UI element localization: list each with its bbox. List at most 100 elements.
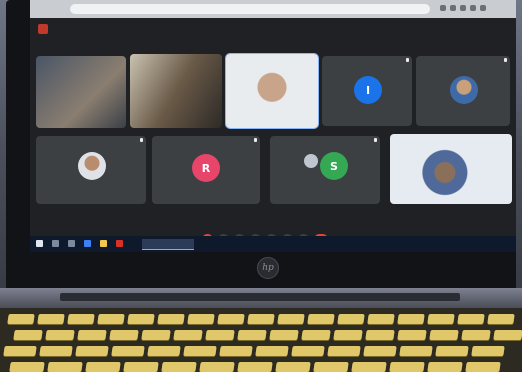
recording-icon (38, 24, 48, 34)
keyboard-key (427, 314, 455, 324)
keyboard-key (217, 314, 245, 324)
taskbar-active-app[interactable] (142, 239, 194, 250)
keyboard-key (363, 346, 397, 356)
keyboard-key (141, 330, 171, 340)
extension-icon[interactable] (470, 5, 476, 11)
keyboard-key (37, 314, 65, 324)
keyboard-key (127, 314, 155, 324)
browser-toolbar (30, 0, 516, 18)
address-bar[interactable] (70, 4, 430, 14)
keyboard-key (291, 346, 325, 356)
participant-tile-active-speaker[interactable] (225, 53, 319, 129)
keyboard-key (205, 330, 235, 340)
keyboard-key (397, 314, 425, 324)
camera-feed (226, 54, 318, 128)
laptop-screen: I R S (30, 0, 516, 252)
keyboard-key (147, 346, 181, 356)
browser-extension-icons (440, 5, 486, 11)
mic-muted-icon (254, 138, 257, 142)
participant-photo (304, 154, 318, 168)
keyboard-key (399, 346, 433, 356)
extension-icon[interactable] (450, 5, 456, 11)
keyboard-key (39, 346, 73, 356)
keyboard-key (313, 362, 349, 372)
video-meeting: I R S (30, 18, 516, 245)
keyboard-key (333, 330, 363, 340)
hinge-bar (60, 293, 460, 301)
keyboard-key (111, 346, 145, 356)
keyboard-key (67, 314, 95, 324)
keyboard-key (269, 330, 299, 340)
participant-avatar: I (354, 76, 382, 104)
participant-photo (450, 76, 478, 104)
keyboard-key (397, 330, 427, 340)
keyboard-key (237, 330, 267, 340)
keyboard-key (3, 346, 37, 356)
hp-logo: hp (257, 257, 279, 279)
keyboard-key (123, 362, 159, 372)
keyboard-key (493, 330, 522, 340)
keyboard-key (461, 330, 491, 340)
mic-muted-icon (406, 58, 409, 62)
participant-tile[interactable] (36, 136, 146, 204)
file-explorer-icon[interactable] (100, 240, 107, 247)
keyboard-key (187, 314, 215, 324)
participant-tile[interactable]: R (152, 136, 260, 204)
keyboard-key (365, 330, 395, 340)
keyboard-key (389, 362, 425, 372)
keyboard-key (45, 330, 75, 340)
camera-feed (390, 134, 512, 204)
keyboard-key (109, 330, 139, 340)
os-taskbar (30, 236, 516, 252)
profile-icon[interactable] (480, 5, 486, 11)
keyboard-key (183, 346, 217, 356)
participant-tile[interactable] (130, 54, 222, 128)
participant-avatar: S (320, 152, 348, 180)
keyboard-key (435, 346, 469, 356)
camera-feed (36, 56, 126, 128)
participant-photo (78, 152, 106, 180)
keyboard-deck (0, 308, 522, 372)
mic-muted-icon (140, 138, 143, 142)
participant-tile[interactable] (390, 134, 512, 204)
keyboard-key (277, 314, 305, 324)
keyboard-key (157, 314, 185, 324)
task-view-icon[interactable] (68, 240, 75, 247)
start-icon[interactable] (36, 240, 43, 247)
keyboard-key (471, 346, 505, 356)
keyboard-key (367, 314, 395, 324)
search-icon[interactable] (52, 240, 59, 247)
chrome-icon[interactable] (116, 240, 123, 247)
participant-tile[interactable] (416, 56, 510, 126)
keyboard-key (255, 346, 289, 356)
edge-icon[interactable] (84, 240, 91, 247)
participant-tile[interactable]: S (270, 136, 380, 204)
keyboard-key (7, 314, 35, 324)
keyboard-key (199, 362, 235, 372)
keyboard-key (327, 346, 361, 356)
keyboard-key (337, 314, 365, 324)
participant-tile[interactable]: I (322, 56, 412, 126)
keyboard-key (275, 362, 311, 372)
extension-icon[interactable] (440, 5, 446, 11)
participant-avatar: R (192, 154, 220, 182)
camera-feed (130, 54, 222, 128)
keyboard-key (301, 330, 331, 340)
keyboard-key (457, 314, 485, 324)
keyboard-key (97, 314, 125, 324)
keyboard-key (9, 362, 45, 372)
participant-tile[interactable] (36, 56, 126, 128)
keyboard-key (13, 330, 43, 340)
keyboard-key (487, 314, 515, 324)
extension-icon[interactable] (460, 5, 466, 11)
keyboard-key (219, 346, 253, 356)
keyboard-key (85, 362, 121, 372)
keyboard-key (161, 362, 197, 372)
keyboard-key (427, 362, 463, 372)
keyboard-key (351, 362, 387, 372)
mic-muted-icon (504, 58, 507, 62)
keyboard-key (75, 346, 109, 356)
keyboard-key (173, 330, 203, 340)
keyboard-key (307, 314, 335, 324)
keyboard-key (237, 362, 273, 372)
